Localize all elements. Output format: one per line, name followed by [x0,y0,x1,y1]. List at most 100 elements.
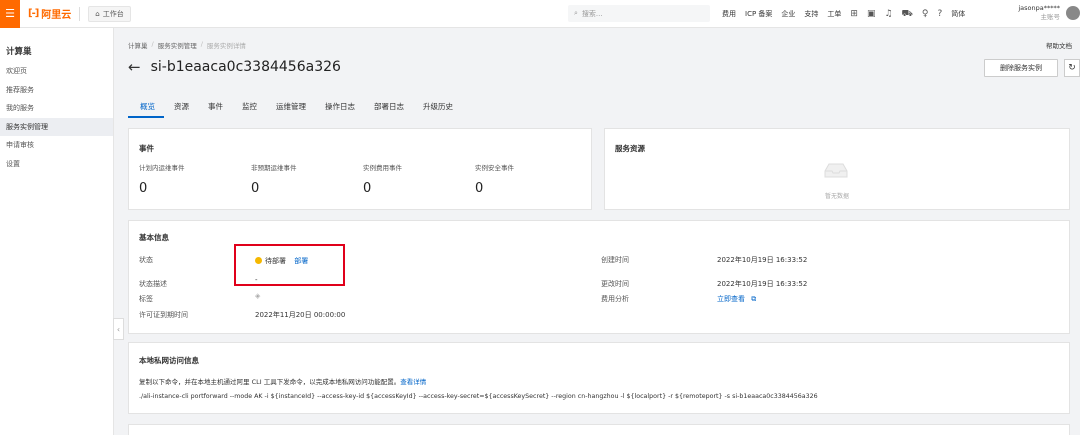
external-link-icon: ⧉ [751,295,757,303]
aliyun-logo[interactable]: [-] 阿里云 [28,6,71,21]
event-label: 实例安全事件 [475,164,514,172]
sidebar-item-settings[interactable]: 设置 [0,155,113,174]
back-arrow-icon[interactable]: ← [128,58,141,76]
help-doc-link[interactable]: 帮助文档 [1046,40,1072,50]
sidebar: 计算巢 欢迎页 推荐服务 我的服务 服务实例管理 申请审核 设置 [0,28,114,435]
status-desc-label: 状态描述 [139,280,167,288]
empty-inbox-icon [824,163,848,178]
event-value[interactable]: 0 [139,181,249,196]
breadcrumb-current: 服务实例详情 [206,42,246,50]
tab-deploy-logs[interactable]: 部署日志 [364,96,413,118]
workbench-label: 工作台 [102,9,124,18]
license-value: 2022年11月20日 00:00:00 [255,311,346,319]
cost-label: 费用分析 [601,295,629,303]
tab-resources[interactable]: 资源 [164,96,198,118]
nav-enterprise[interactable]: 企业 [781,9,795,19]
event-label: 实例费用事件 [363,164,402,172]
tab-operation-logs[interactable]: 操作日志 [315,96,364,118]
events-title: 事件 [139,144,154,153]
tags-label: 标签 [139,295,153,303]
divider [79,6,81,21]
modified-value: 2022年10月19日 16:33:52 [717,280,808,288]
event-label: 计划内运维事件 [139,164,185,172]
delete-instance-button[interactable]: 删除服务实例 [984,59,1058,77]
desc-text: 复制以下命令，并在本地主机通过阿里 CLI 工具下发命令，以完成本地私网访问功能… [139,378,401,386]
event-value[interactable]: 0 [363,181,473,196]
sidebar-item-instances[interactable]: 服务实例管理 [0,117,113,136]
account-type: 主账号 [1040,13,1061,21]
search-icon: ⌕ [574,9,578,17]
event-label: 非预期运维事件 [251,164,297,172]
bell-icon[interactable]: ♫ [884,9,892,19]
event-stat: 实例费用事件 0 [363,162,473,196]
cloud-shell-icon[interactable]: ⊞ [850,9,858,19]
sidebar-item-welcome[interactable]: 欢迎页 [0,62,113,81]
language-switch[interactable]: 简体 [951,9,965,19]
lightbulb-icon[interactable]: ♀ [922,9,929,19]
license-label: 许可证到期时间 [139,311,188,319]
help-icon[interactable]: ? [937,9,942,19]
search-placeholder: 搜索... [581,9,603,18]
private-network-title: 本地私网访问信息 [139,356,199,365]
tab-monitoring[interactable]: 监控 [232,96,266,118]
empty-text: 暂无数据 [825,193,850,200]
terminal-icon[interactable]: ▣ [867,9,876,19]
sidebar-title: 计算巢 [6,47,32,57]
event-value[interactable]: 0 [475,181,585,196]
top-bar: ☰ [-] 阿里云 ⌂ 工作台 ⌕ 搜索... 费用 ICP 备案 企业 支持 … [0,0,1080,28]
created-value: 2022年10月19日 16:33:52 [717,256,808,264]
nav-support[interactable]: 支持 [804,9,818,19]
private-network-card: 本地私网访问信息 复制以下命令，并在本地主机通过阿里 CLI 工具下发命令，以完… [128,342,1070,414]
cli-command[interactable]: ./ali-instance-cli portforward --mode AK… [139,393,818,400]
tab-bar: 概览 资源 事件 监控 运维管理 操作日志 部署日志 升级历史 [128,96,462,118]
breadcrumb-item[interactable]: 服务实例管理 [158,40,197,50]
highlight-box [234,244,345,286]
workbench-button[interactable]: ⌂ 工作台 [88,5,131,22]
logo-text: 阿里云 [41,10,72,21]
nav-ticket[interactable]: 工单 [827,9,841,19]
event-stat: 实例安全事件 0 [475,162,585,196]
breadcrumb-separator: / [200,40,203,48]
menu-icon[interactable]: ☰ [0,0,20,28]
tag-icon[interactable]: ◈ [255,292,260,300]
title-row: ← si-b1eaaca0c3384456a326 [128,58,341,76]
breadcrumb-item[interactable]: 计算巢 [128,40,148,50]
event-value[interactable]: 0 [251,181,361,196]
events-card: 事件 计划内运维事件 0 非预期运维事件 0 实例费用事件 0 实例安全事件 0 [128,128,592,210]
basic-info-title: 基本信息 [139,233,169,242]
avatar[interactable] [1066,6,1080,20]
modified-label: 更改时间 [601,280,629,288]
event-stat: 计划内运维事件 0 [139,162,249,196]
top-nav: 费用 ICP 备案 企业 支持 工单 ⊞ ▣ ♫ ⛟ ♀ ? 简体 [722,0,965,28]
username: jasonpa***** [1018,4,1060,12]
tab-overview[interactable]: 概览 [128,96,164,118]
resources-card: 服务资源 暂无数据 [604,128,1070,210]
nav-cost[interactable]: 费用 [722,9,736,19]
tab-events[interactable]: 事件 [198,96,232,118]
refresh-icon: ↻ [1068,63,1076,73]
cost-analysis-link[interactable]: 立即查看 ⧉ [717,294,756,304]
logo-mark: [-] [28,8,39,19]
event-stat: 非预期运维事件 0 [251,162,361,196]
page-title: si-b1eaaca0c3384456a326 [150,59,341,75]
tab-operations[interactable]: 运维管理 [266,96,315,118]
main-content: 计算巢 / 服务实例管理 / 服务实例详情 帮助文档 ← si-b1eaaca0… [114,28,1080,435]
tab-upgrade-history[interactable]: 升级历史 [413,96,462,118]
breadcrumb-separator: / [151,40,154,48]
sidebar-item-recommended[interactable]: 推荐服务 [0,81,113,100]
cart-icon[interactable]: ⛟ [902,9,913,20]
nav-icp[interactable]: ICP 备案 [745,9,772,19]
user-info[interactable]: jasonpa***** 主账号 [1018,4,1060,22]
private-network-desc: 复制以下命令，并在本地主机通过阿里 CLI 工具下发命令，以完成本地私网访问功能… [139,376,426,386]
resources-title: 服务资源 [615,144,645,153]
created-label: 创建时间 [601,256,629,264]
next-card [128,424,1070,435]
search-input[interactable]: ⌕ 搜索... [568,5,710,22]
breadcrumb: 计算巢 / 服务实例管理 / 服务实例详情 [128,40,246,50]
cost-link-text: 立即查看 [717,295,745,303]
refresh-button[interactable]: ↻ [1064,59,1080,77]
home-icon: ⌂ [95,9,100,18]
view-details-link[interactable]: 查看详情 [400,378,426,386]
sidebar-item-review[interactable]: 申请审核 [0,136,113,155]
sidebar-item-my-services[interactable]: 我的服务 [0,99,113,118]
